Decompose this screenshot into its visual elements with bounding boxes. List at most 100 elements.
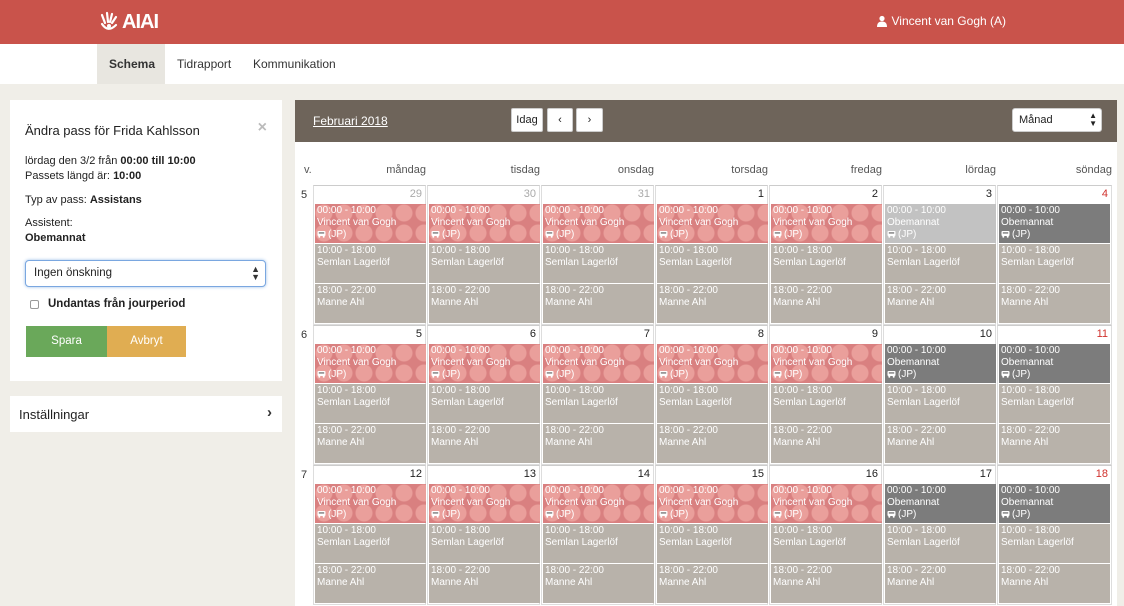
shift-event[interactable]: 18:00 - 22:00 Manne Ahl xyxy=(429,424,540,463)
shift-event[interactable]: 10:00 - 18:00 Semlan Lagerlöf xyxy=(885,524,996,563)
shift-event[interactable]: 18:00 - 22:00 Manne Ahl xyxy=(771,424,882,463)
today-button[interactable]: Idag xyxy=(511,108,543,132)
shift-event[interactable]: 18:00 - 22:00 Manne Ahl xyxy=(999,424,1110,463)
tab-tidrapport[interactable]: Tidrapport xyxy=(165,44,243,84)
close-icon[interactable]: × xyxy=(258,119,267,137)
month-label[interactable]: Februari 2018 xyxy=(313,114,388,128)
user-menu[interactable]: Vincent van Gogh (A) xyxy=(876,14,1006,28)
shift-event[interactable]: 00:00 - 10:00 Vincent van Gogh (JP) xyxy=(315,484,426,523)
view-select[interactable]: Månad ▲ ▼ xyxy=(1012,108,1102,132)
logo[interactable]: AIAI xyxy=(98,10,159,34)
wish-select[interactable]: Ingen önskning ▲ ▼ xyxy=(25,260,266,287)
shift-event[interactable]: 00:00 - 10:00 Vincent van Gogh (JP) xyxy=(543,344,654,383)
day-cell[interactable]: 2 00:00 - 10:00 Vincent van Gogh (JP) 10:00 … xyxy=(769,185,882,325)
shift-event[interactable]: 00:00 - 10:00 Vincent van Gogh (JP) xyxy=(657,344,768,383)
settings-panel[interactable]: Inställningar › xyxy=(10,396,282,432)
shift-event[interactable]: 00:00 - 10:00 Obemannat (JP) xyxy=(999,484,1110,523)
shift-event[interactable]: 18:00 - 22:00 Manne Ahl xyxy=(543,284,654,323)
shift-event[interactable]: 00:00 - 10:00 Vincent van Gogh (JP) xyxy=(429,484,540,523)
shift-event[interactable]: 10:00 - 18:00 Semlan Lagerlöf xyxy=(315,524,426,563)
shift-event[interactable]: 10:00 - 18:00 Semlan Lagerlöf xyxy=(657,384,768,423)
shift-event[interactable]: 10:00 - 18:00 Semlan Lagerlöf xyxy=(999,384,1110,423)
shift-event[interactable]: 10:00 - 18:00 Semlan Lagerlöf xyxy=(543,244,654,283)
shift-event[interactable]: 10:00 - 18:00 Semlan Lagerlöf xyxy=(315,244,426,283)
day-cell[interactable]: 12 00:00 - 10:00 Vincent van Gogh (JP) 10:00… xyxy=(313,465,426,605)
exclude-checkbox[interactable] xyxy=(30,299,39,309)
cancel-button[interactable]: Avbryt xyxy=(107,326,186,357)
shift-event[interactable]: 10:00 - 18:00 Semlan Lagerlöf xyxy=(771,244,882,283)
day-cell[interactable]: 30 00:00 - 10:00 Vincent van Gogh (JP) 10:00… xyxy=(427,185,540,325)
shift-event[interactable]: 10:00 - 18:00 Semlan Lagerlöf xyxy=(999,524,1110,563)
shift-event[interactable]: 18:00 - 22:00 Manne Ahl xyxy=(315,284,426,323)
day-cell[interactable]: 16 00:00 - 10:00 Vincent van Gogh (JP) 10:00… xyxy=(769,465,882,605)
shift-event[interactable]: 10:00 - 18:00 Semlan Lagerlöf xyxy=(657,524,768,563)
day-cell[interactable]: 18 00:00 - 10:00 Obemannat (JP) 10:00 - 18:0… xyxy=(997,465,1112,605)
shift-event[interactable]: 18:00 - 22:00 Manne Ahl xyxy=(885,284,996,323)
shift-event[interactable]: 00:00 - 10:00 Vincent van Gogh (JP) xyxy=(657,484,768,523)
shift-event[interactable]: 10:00 - 18:00 Semlan Lagerlöf xyxy=(885,244,996,283)
shift-event[interactable]: 00:00 - 10:00 Vincent van Gogh (JP) xyxy=(429,204,540,243)
shift-event[interactable]: 00:00 - 10:00 Vincent van Gogh (JP) xyxy=(771,344,882,383)
shift-event[interactable]: 10:00 - 18:00 Semlan Lagerlöf xyxy=(429,384,540,423)
shift-event[interactable]: 00:00 - 10:00 Vincent van Gogh (JP) xyxy=(771,484,882,523)
shift-event[interactable]: 00:00 - 10:00 Vincent van Gogh (JP) xyxy=(315,344,426,383)
tab-kommunikation[interactable]: Kommunikation xyxy=(241,44,348,84)
shift-event[interactable]: 00:00 - 10:00 Obemannat (JP) xyxy=(885,344,996,383)
day-cell[interactable]: 15 00:00 - 10:00 Vincent van Gogh (JP) 10:00… xyxy=(655,465,768,605)
day-cell[interactable]: 11 00:00 - 10:00 Obemannat (JP) 10:00 - 18:0… xyxy=(997,325,1112,465)
shift-event[interactable]: 18:00 - 22:00 Manne Ahl xyxy=(999,564,1110,603)
day-cell[interactable]: 10 00:00 - 10:00 Obemannat (JP) 10:00 - 18:0… xyxy=(883,325,996,465)
shift-event[interactable]: 18:00 - 22:00 Manne Ahl xyxy=(999,284,1110,323)
shift-event[interactable]: 10:00 - 18:00 Semlan Lagerlöf xyxy=(657,244,768,283)
shift-event[interactable]: 18:00 - 22:00 Manne Ahl xyxy=(771,284,882,323)
shift-event[interactable]: 18:00 - 22:00 Manne Ahl xyxy=(657,424,768,463)
shift-event[interactable]: 00:00 - 10:00 Vincent van Gogh (JP) xyxy=(657,204,768,243)
day-cell[interactable]: 3 00:00 - 10:00 Obemannat (JP) 10:00 - 18:00… xyxy=(883,185,996,325)
shift-event[interactable]: 00:00 - 10:00 Obemannat (JP) xyxy=(885,204,996,243)
shift-event[interactable]: 18:00 - 22:00 Manne Ahl xyxy=(315,424,426,463)
shift-event[interactable]: 00:00 - 10:00 Obemannat (JP) xyxy=(999,344,1110,383)
shift-event[interactable]: 18:00 - 22:00 Manne Ahl xyxy=(657,564,768,603)
shift-event[interactable]: 10:00 - 18:00 Semlan Lagerlöf xyxy=(885,384,996,423)
shift-event[interactable]: 00:00 - 10:00 Vincent van Gogh (JP) xyxy=(429,344,540,383)
shift-event[interactable]: 00:00 - 10:00 Vincent van Gogh (JP) xyxy=(543,484,654,523)
day-cell[interactable]: 14 00:00 - 10:00 Vincent van Gogh (JP) 10:00… xyxy=(541,465,654,605)
day-cell[interactable]: 9 00:00 - 10:00 Vincent van Gogh (JP) 10:00 … xyxy=(769,325,882,465)
day-cell[interactable]: 1 00:00 - 10:00 Vincent van Gogh (JP) 10:00 … xyxy=(655,185,768,325)
shift-event[interactable]: 00:00 - 10:00 Vincent van Gogh (JP) xyxy=(771,204,882,243)
prev-month-button[interactable]: ‹ xyxy=(547,108,573,132)
shift-event[interactable]: 10:00 - 18:00 Semlan Lagerlöf xyxy=(771,524,882,563)
shift-event[interactable]: 00:00 - 10:00 Vincent van Gogh (JP) xyxy=(315,204,426,243)
day-cell[interactable]: 7 00:00 - 10:00 Vincent van Gogh (JP) 10:00 … xyxy=(541,325,654,465)
tab-schema[interactable]: Schema xyxy=(97,44,165,84)
save-button[interactable]: Spara xyxy=(26,326,107,357)
next-month-button[interactable]: › xyxy=(576,108,603,132)
shift-event[interactable]: 18:00 - 22:00 Manne Ahl xyxy=(657,284,768,323)
day-cell[interactable]: 4 00:00 - 10:00 Obemannat (JP) 10:00 - 18:00… xyxy=(997,185,1112,325)
day-cell[interactable]: 8 00:00 - 10:00 Vincent van Gogh (JP) 10:00 … xyxy=(655,325,768,465)
shift-event[interactable]: 18:00 - 22:00 Manne Ahl xyxy=(429,284,540,323)
shift-event[interactable]: 18:00 - 22:00 Manne Ahl xyxy=(885,424,996,463)
shift-event[interactable]: 10:00 - 18:00 Semlan Lagerlöf xyxy=(429,244,540,283)
shift-event[interactable]: 00:00 - 10:00 Obemannat (JP) xyxy=(885,484,996,523)
shift-event[interactable]: 10:00 - 18:00 Semlan Lagerlöf xyxy=(315,384,426,423)
shift-event[interactable]: 18:00 - 22:00 Manne Ahl xyxy=(429,564,540,603)
shift-event[interactable]: 18:00 - 22:00 Manne Ahl xyxy=(543,564,654,603)
shift-event[interactable]: 10:00 - 18:00 Semlan Lagerlöf xyxy=(543,524,654,563)
shift-event[interactable]: 00:00 - 10:00 Obemannat (JP) xyxy=(999,204,1110,243)
shift-event[interactable]: 18:00 - 22:00 Manne Ahl xyxy=(543,424,654,463)
shift-event[interactable]: 10:00 - 18:00 Semlan Lagerlöf xyxy=(999,244,1110,283)
shift-event[interactable]: 10:00 - 18:00 Semlan Lagerlöf xyxy=(543,384,654,423)
day-cell[interactable]: 6 00:00 - 10:00 Vincent van Gogh (JP) 10:00 … xyxy=(427,325,540,465)
shift-event[interactable]: 10:00 - 18:00 Semlan Lagerlöf xyxy=(771,384,882,423)
shift-event[interactable]: 10:00 - 18:00 Semlan Lagerlöf xyxy=(429,524,540,563)
day-cell[interactable]: 13 00:00 - 10:00 Vincent van Gogh (JP) 10:00… xyxy=(427,465,540,605)
shift-event[interactable]: 18:00 - 22:00 Manne Ahl xyxy=(315,564,426,603)
exclude-checkbox-row[interactable]: Undantas från jourperiod xyxy=(30,298,185,310)
day-cell[interactable]: 31 00:00 - 10:00 Vincent van Gogh (JP) 10:00… xyxy=(541,185,654,325)
shift-event[interactable]: 00:00 - 10:00 Vincent van Gogh (JP) xyxy=(543,204,654,243)
shift-event[interactable]: 18:00 - 22:00 Manne Ahl xyxy=(771,564,882,603)
day-cell[interactable]: 17 00:00 - 10:00 Obemannat (JP) 10:00 - 18:0… xyxy=(883,465,996,605)
day-cell[interactable]: 29 00:00 - 10:00 Vincent van Gogh (JP) 10:00… xyxy=(313,185,426,325)
shift-event[interactable]: 18:00 - 22:00 Manne Ahl xyxy=(885,564,996,603)
